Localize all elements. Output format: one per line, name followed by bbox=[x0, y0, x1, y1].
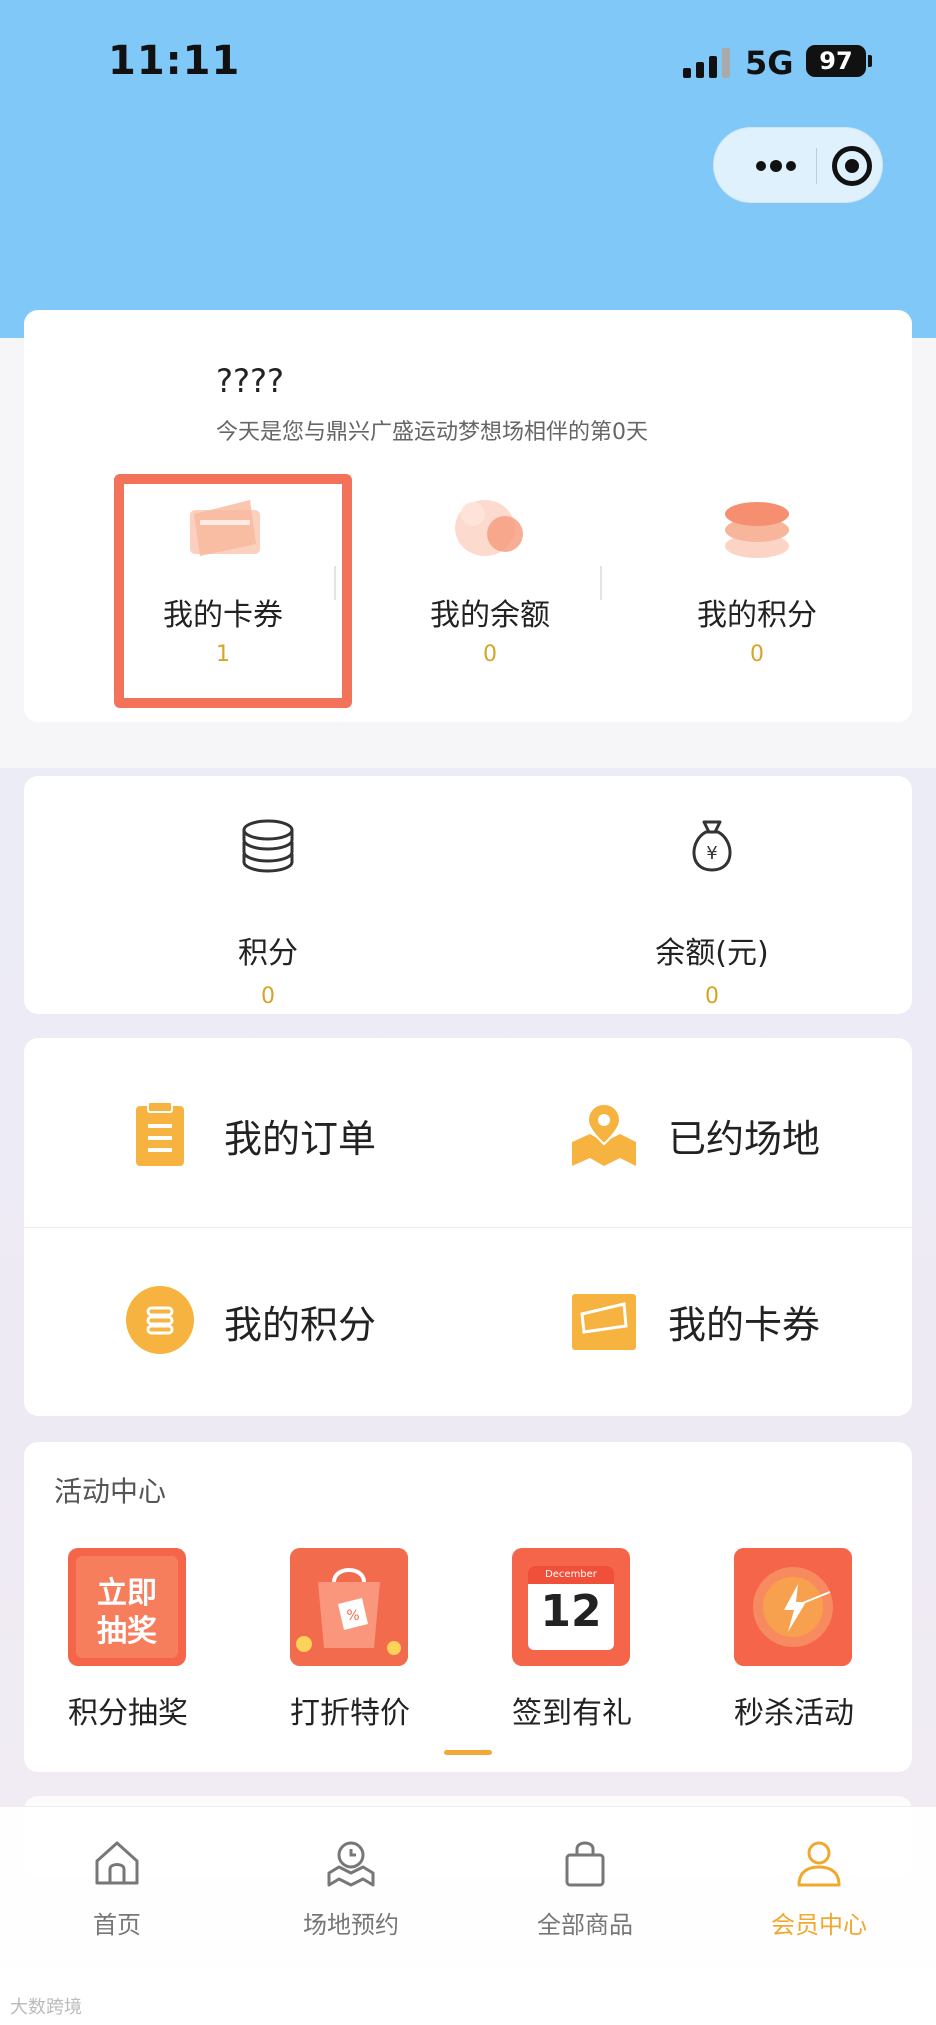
stat-my-points[interactable]: 我的积分 0 bbox=[652, 460, 862, 667]
capsule-divider bbox=[816, 148, 817, 184]
discount-bag-icon: % bbox=[290, 1548, 408, 1666]
svg-text:¥: ¥ bbox=[706, 843, 717, 864]
calendar-day: 12 bbox=[540, 1586, 602, 1637]
tab-bar: 首页 场地预约 全部商品 会员中心 bbox=[0, 1806, 936, 2025]
balance-label: 积分 bbox=[238, 936, 298, 971]
order-icon bbox=[136, 1101, 184, 1166]
tab-label: 全部商品 bbox=[537, 1911, 633, 1939]
member-icon bbox=[797, 1841, 841, 1887]
status-time: 11:11 bbox=[108, 38, 241, 84]
lottery-icon: 立即 抽奖 bbox=[68, 1548, 186, 1666]
balance-value: 0 bbox=[261, 984, 275, 1009]
activity-label: 秒杀活动 bbox=[734, 1696, 854, 1731]
coins-icon bbox=[725, 502, 789, 558]
divider bbox=[600, 566, 602, 600]
signal-icon bbox=[683, 48, 731, 78]
svg-text:%: % bbox=[346, 1608, 359, 1624]
tab-all-products[interactable]: 全部商品 bbox=[468, 1837, 702, 1940]
menu-my-orders[interactable]: 我的订单 bbox=[54, 1074, 474, 1194]
menu-label: 我的积分 bbox=[224, 1303, 377, 1347]
coin-stack-icon bbox=[242, 819, 294, 873]
calendar-month: December bbox=[528, 1566, 614, 1584]
menu-my-points[interactable]: 我的积分 bbox=[54, 1260, 474, 1380]
carousel-indicator bbox=[444, 1750, 492, 1755]
activity-label: 签到有礼 bbox=[512, 1696, 632, 1731]
network-type: 5G bbox=[745, 44, 794, 82]
tab-member-center[interactable]: 会员中心 bbox=[702, 1837, 936, 1940]
balance-value: 0 bbox=[705, 984, 719, 1009]
battery-tip bbox=[868, 55, 872, 67]
menu-label: 我的卡券 bbox=[668, 1303, 821, 1347]
menu-divider bbox=[24, 1227, 912, 1228]
tab-home[interactable]: 首页 bbox=[0, 1837, 234, 1940]
balance-card: 积分 0 ¥ 余额(元) 0 bbox=[24, 776, 912, 1014]
username: ???? bbox=[216, 362, 284, 400]
points-icon bbox=[126, 1286, 194, 1354]
balance-label: 余额(元) bbox=[655, 936, 769, 971]
tab-label: 首页 bbox=[93, 1911, 141, 1939]
section-title: 活动中心 bbox=[54, 1475, 167, 1508]
activity-label: 积分抽奖 bbox=[68, 1696, 188, 1731]
member-days-text: 今天是您与鼎兴广盛运动梦想场相伴的第0天 bbox=[216, 420, 648, 445]
activity-center-card: 活动中心 立即 抽奖 积分抽奖 % 打折特价 December 12 签到有礼 … bbox=[24, 1442, 912, 1772]
home-icon bbox=[95, 1841, 139, 1885]
coupon-icon bbox=[572, 1294, 636, 1350]
bag-icon bbox=[565, 1841, 605, 1887]
highlight-box bbox=[114, 474, 352, 708]
menu-label: 已约场地 bbox=[668, 1117, 821, 1161]
tab-label: 会员中心 bbox=[771, 1911, 867, 1939]
tab-venue-booking[interactable]: 场地预约 bbox=[234, 1837, 468, 1940]
booking-icon bbox=[327, 1841, 375, 1887]
battery-icon: 97 bbox=[806, 45, 866, 77]
lottery-tile-text: 抽奖 bbox=[97, 1614, 157, 1649]
activity-label: 打折特价 bbox=[290, 1696, 410, 1731]
stat-label: 我的余额 bbox=[430, 598, 550, 633]
menu-label: 我的订单 bbox=[224, 1117, 377, 1161]
mini-program-capsule bbox=[713, 127, 883, 203]
stat-label: 我的积分 bbox=[697, 598, 817, 633]
stat-my-balance[interactable]: 我的余额 0 bbox=[385, 460, 595, 667]
more-icon[interactable] bbox=[744, 148, 804, 184]
status-bar: 11:11 5G 97 bbox=[0, 0, 936, 120]
profile-card: ???? 今天是您与鼎兴广盛运动梦想场相伴的第0天 我的卡券 1 我的余额 0 … bbox=[24, 310, 912, 722]
menu-card: 我的订单 已约场地 我的积分 我的卡券 bbox=[24, 1038, 912, 1416]
calendar-icon: December 12 bbox=[512, 1548, 630, 1666]
stat-value: 0 bbox=[750, 642, 764, 667]
tab-label: 场地预约 bbox=[303, 1911, 399, 1939]
stat-value: 0 bbox=[483, 642, 497, 667]
wallet-icon bbox=[455, 500, 523, 556]
menu-booked-venues[interactable]: 已约场地 bbox=[498, 1074, 918, 1194]
money-bag-icon: ¥ bbox=[692, 820, 732, 872]
watermark: 大数跨境 bbox=[10, 1997, 82, 2018]
map-pin-icon bbox=[572, 1102, 636, 1166]
flash-clock-icon bbox=[734, 1548, 852, 1666]
menu-my-coupons[interactable]: 我的卡券 bbox=[498, 1260, 918, 1380]
close-mini-program-icon[interactable] bbox=[832, 146, 872, 186]
